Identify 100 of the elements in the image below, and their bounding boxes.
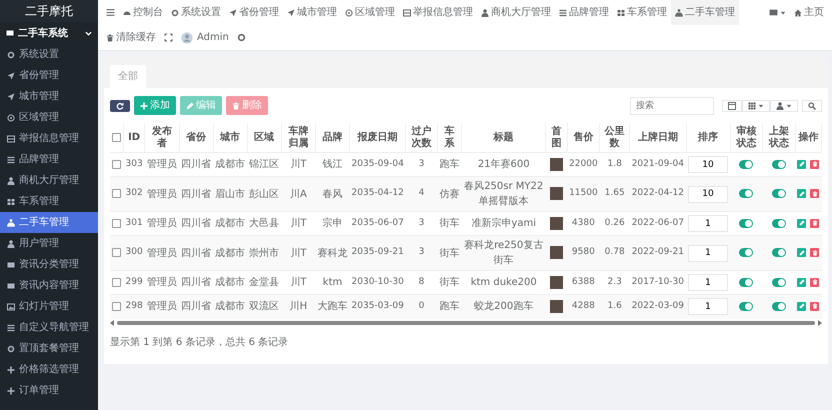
sidebar-item[interactable]: 区域管理 <box>0 107 98 128</box>
sidebar-item[interactable]: 举报信息管理 <box>0 128 98 149</box>
nav-tab[interactable]: 区域管理 <box>341 0 399 25</box>
table-cell: 1.65 <box>604 188 625 198</box>
table-cell: 2035-03-09 <box>352 301 404 311</box>
sidebar-item[interactable]: 商机大厅管理 <box>0 170 98 191</box>
edit-button[interactable] <box>797 302 806 311</box>
table-cell: 2022-03-09 <box>632 301 684 311</box>
table-cell: 2035-09-21 <box>352 247 404 258</box>
export-button[interactable] <box>770 100 798 112</box>
sidebar-item[interactable]: 品牌管理 <box>0 149 98 170</box>
toggle-switch[interactable] <box>739 248 754 258</box>
select-all-checkbox[interactable] <box>112 132 121 142</box>
sidebar-item[interactable]: 城市管理 <box>0 86 98 107</box>
sidebar-item[interactable]: 用户管理 <box>0 233 98 254</box>
row-checkbox[interactable] <box>112 302 122 312</box>
arrow-icon <box>7 72 15 80</box>
scroll-left-icon[interactable] <box>110 320 114 326</box>
toggle-switch[interactable] <box>739 278 754 287</box>
photo-placeholder <box>550 216 563 230</box>
sidebar-item[interactable]: 自定义导航管理 <box>0 317 98 338</box>
delete-button[interactable] <box>810 248 820 257</box>
toggle-switch[interactable] <box>772 248 786 258</box>
sidebar-item[interactable]: 系统设置 <box>0 44 98 65</box>
scroll-right-icon[interactable] <box>818 320 822 326</box>
sort-field[interactable]: 1 <box>688 298 728 316</box>
nav-tab[interactable]: 车系管理 <box>613 0 671 25</box>
sort-field[interactable]: 1 <box>688 244 728 262</box>
row-checkbox[interactable] <box>112 278 122 287</box>
toggle-view-button[interactable] <box>722 100 742 112</box>
nav-link[interactable]: 清除缓存 <box>102 25 160 50</box>
card-icon <box>7 282 15 290</box>
row-checkbox[interactable] <box>112 218 122 228</box>
delete-button[interactable] <box>810 189 820 198</box>
delete-button[interactable] <box>810 218 820 228</box>
nav-tab[interactable]: 省份管理 <box>225 0 283 25</box>
nav-tab[interactable]: 控制台 <box>119 0 167 25</box>
row-checkbox[interactable] <box>112 189 122 198</box>
caret-icon <box>758 102 764 108</box>
user-menu[interactable]: Admin <box>177 25 233 50</box>
sidebar-item[interactable]: 车系管理 <box>0 191 98 212</box>
column-header: 标题 <box>494 132 514 143</box>
toggle-switch[interactable] <box>772 218 786 228</box>
nav-tab[interactable]: 商机大厅管理 <box>477 0 555 25</box>
table-cell: 2030-10-30 <box>352 276 404 287</box>
table-cell: 四川省 <box>181 218 212 229</box>
sort-field[interactable]: 1 <box>688 215 728 232</box>
nav-tab[interactable]: 城市管理 <box>283 0 341 25</box>
table-icon <box>7 198 15 206</box>
delete-button[interactable] <box>810 278 820 286</box>
toggle-switch[interactable] <box>772 189 786 198</box>
sidebar-item[interactable]: 订单管理 <box>0 380 98 401</box>
person-icon <box>7 240 15 248</box>
table-cell: 四川省 <box>181 301 212 312</box>
row-checkbox[interactable] <box>112 248 122 258</box>
delete-button[interactable] <box>810 160 820 168</box>
image-icon <box>7 302 15 310</box>
table-cell: 8 <box>418 276 424 287</box>
edit-button[interactable] <box>797 218 806 228</box>
sidebar-item[interactable]: 二手车管理 <box>0 212 98 233</box>
edit-button[interactable] <box>797 160 806 168</box>
column-header: 操作 <box>798 132 818 143</box>
sidebar-item[interactable]: 幻灯片管理 <box>0 296 98 317</box>
delete-button[interactable] <box>810 302 820 311</box>
sidebar-item[interactable]: 资讯内容管理 <box>0 275 98 296</box>
nav-tab[interactable]: 系统设置 <box>167 0 225 25</box>
search-field[interactable]: 搜索 <box>630 96 714 114</box>
table-cell: 眉山市 <box>215 188 246 200</box>
edit-button[interactable] <box>797 189 806 198</box>
toggle-switch[interactable] <box>739 189 754 198</box>
frame-icon <box>403 8 411 16</box>
edit-button[interactable] <box>797 278 806 286</box>
sidebar-item[interactable]: 省份管理 <box>0 65 98 86</box>
sort-field[interactable]: 10 <box>688 186 728 202</box>
nav-link[interactable]: 主页 <box>790 0 828 25</box>
toggle-switch[interactable] <box>772 278 786 287</box>
toggle-switch[interactable] <box>739 302 754 312</box>
toggle-switch[interactable] <box>772 160 786 169</box>
edit-button[interactable] <box>797 248 806 257</box>
nav-tab[interactable]: 品牌管理 <box>555 0 613 25</box>
toggle-switch[interactable] <box>739 160 754 169</box>
trash-icon <box>106 34 114 42</box>
scrollbar-thumb[interactable] <box>117 321 815 325</box>
sidebar-item[interactable]: 置顶套餐管理 <box>0 338 98 359</box>
nav-tab[interactable]: 举报信息管理 <box>399 0 477 25</box>
sidebar-group[interactable]: 二手车系统 <box>0 22 98 44</box>
toggle-switch[interactable] <box>772 302 786 312</box>
sidebar-item[interactable]: 价格筛选管理 <box>0 359 98 380</box>
sort-field[interactable]: 1 <box>688 274 728 291</box>
sort-field[interactable]: 10 <box>688 156 728 173</box>
nav-tab[interactable]: 二手车管理 <box>671 0 739 25</box>
columns-button[interactable] <box>742 100 770 112</box>
table-cell: 赛科龙re250复古街车 <box>464 240 544 266</box>
row-checkbox[interactable] <box>112 160 122 169</box>
search-button[interactable] <box>802 100 822 112</box>
table-cell: 崇州市 <box>249 248 280 258</box>
photo-placeholder <box>550 276 563 289</box>
refresh-button[interactable] <box>110 100 130 112</box>
sidebar-item[interactable]: 资讯分类管理 <box>0 254 98 275</box>
toggle-switch[interactable] <box>739 218 754 228</box>
